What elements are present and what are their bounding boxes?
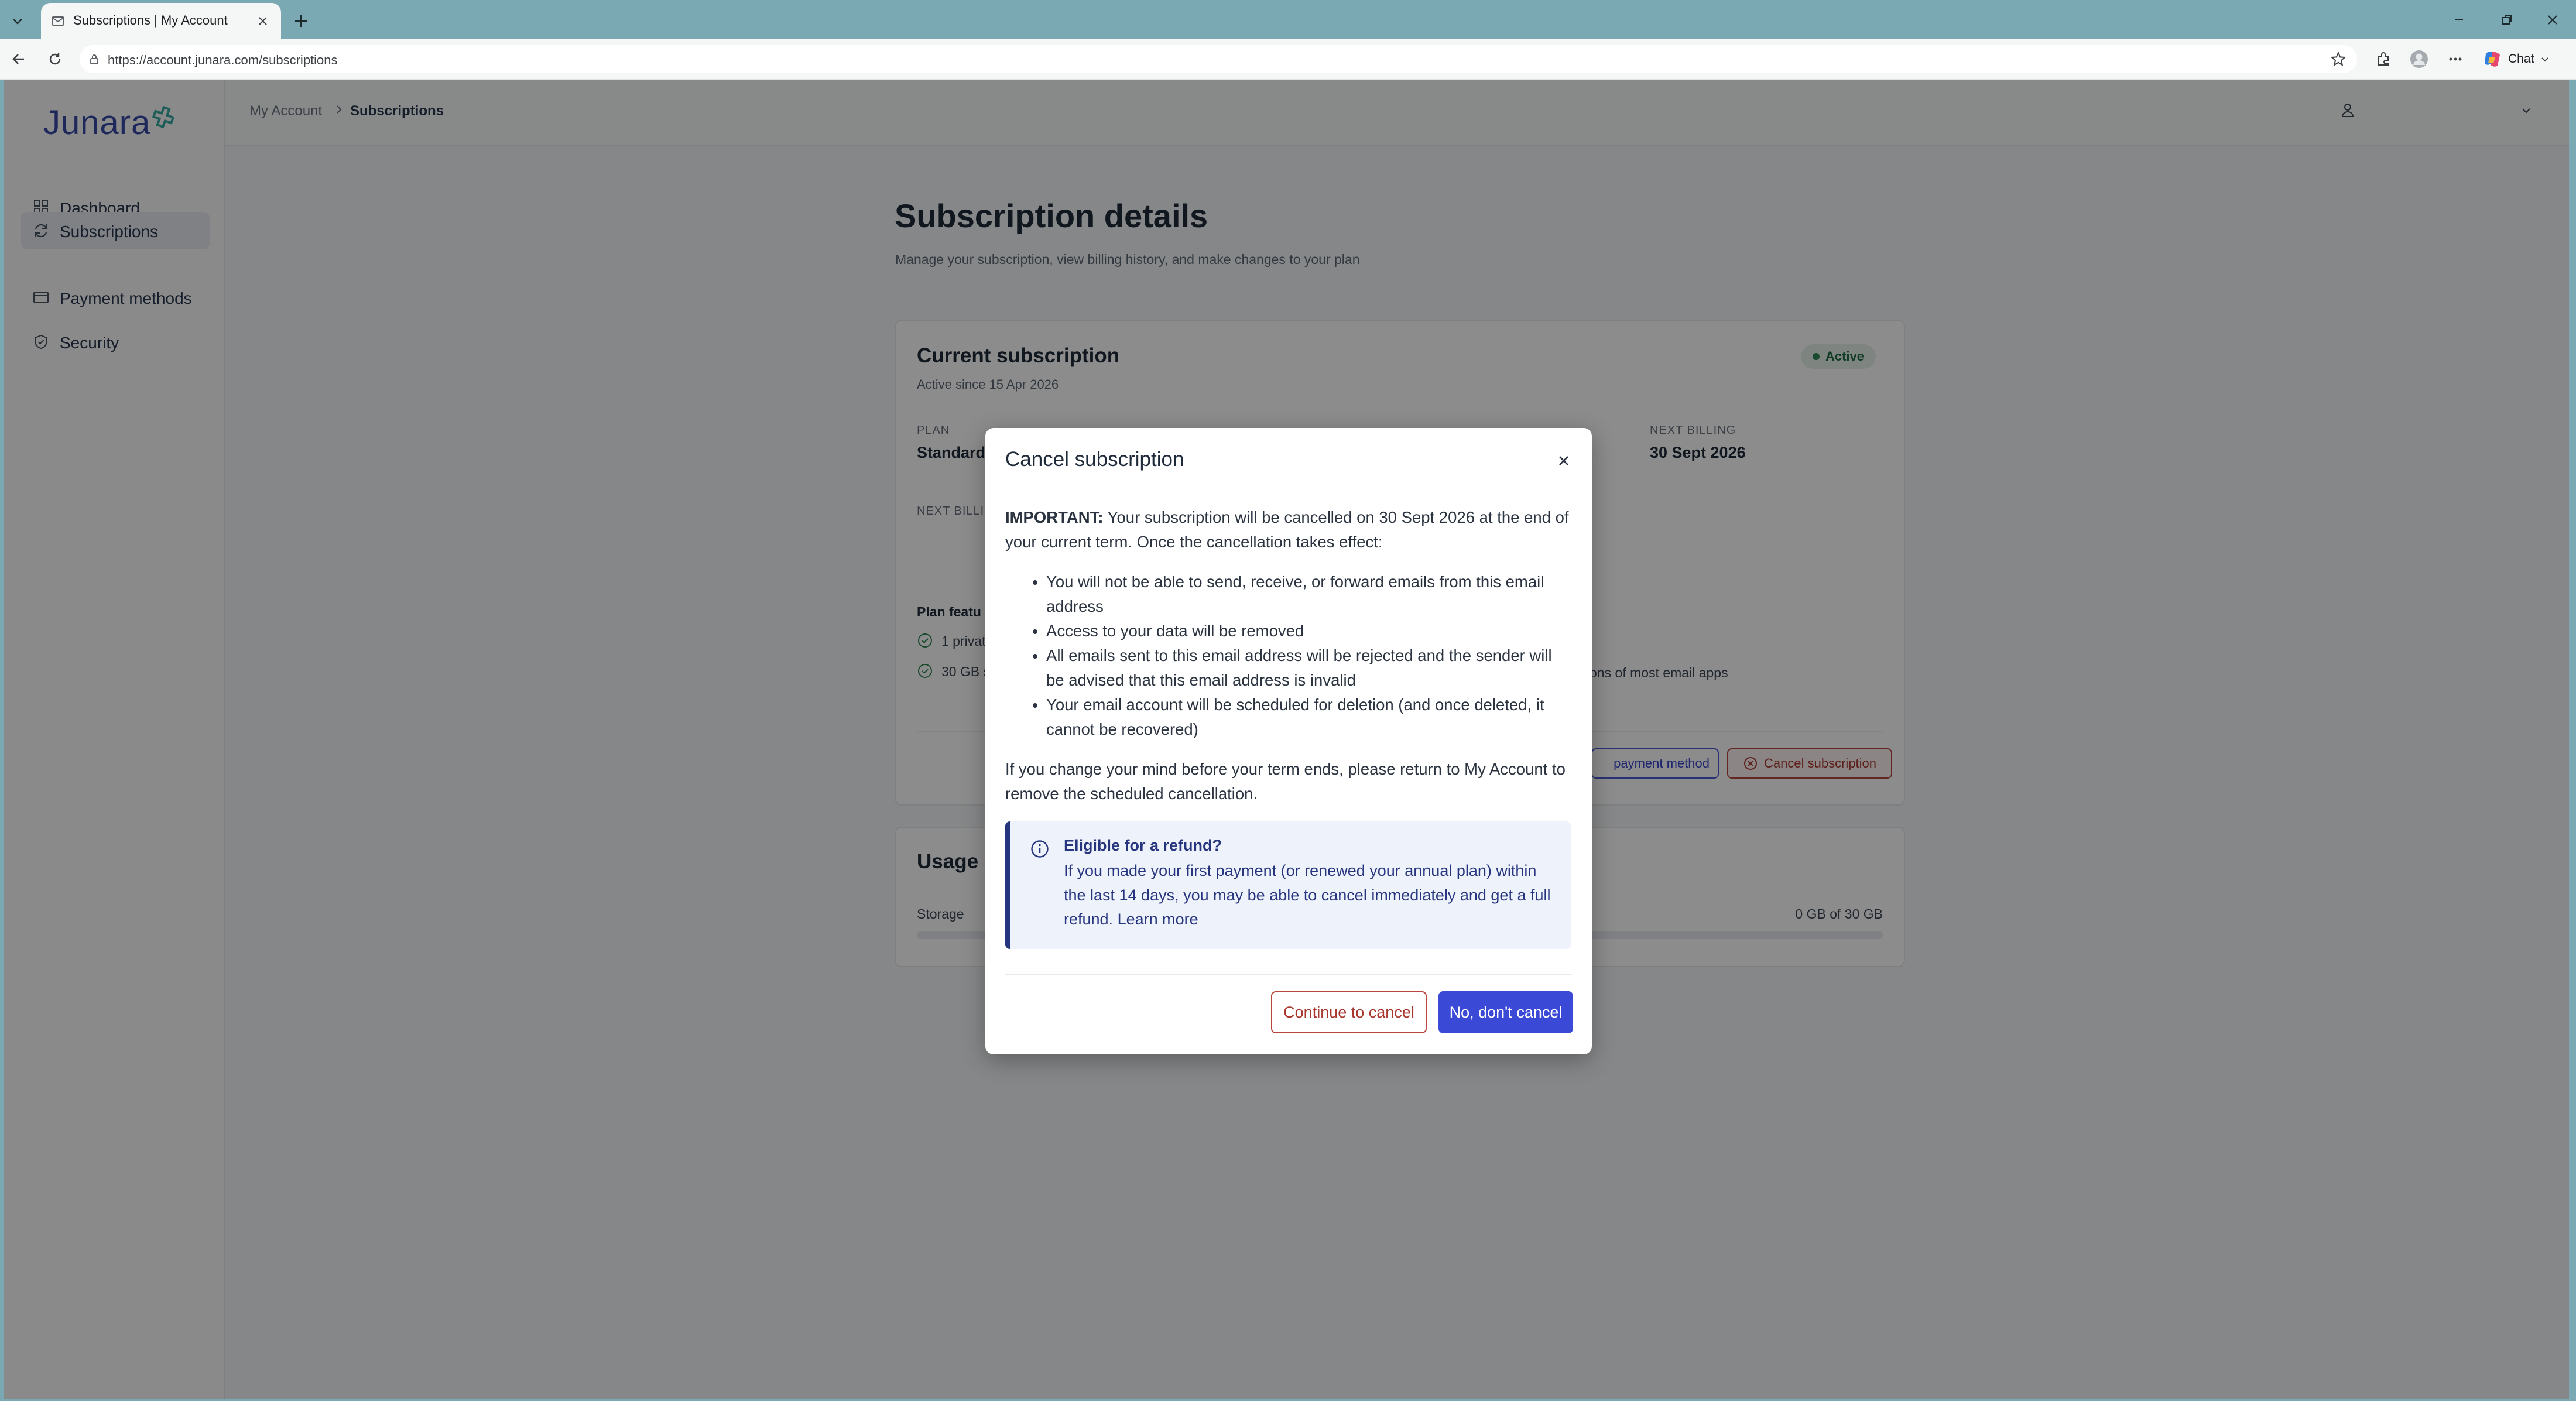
back-button[interactable]: [6, 46, 32, 72]
browser-tab-bar: Subscriptions | My Account: [0, 0, 2576, 39]
consequence-list: You will not be able to send, receive, o…: [1005, 570, 1573, 742]
list-item: All emails sent to this email address wi…: [1046, 643, 1573, 693]
close-icon: [1559, 456, 1568, 465]
address-bar-row: https://account.junara.com/subscriptions…: [0, 39, 2576, 80]
app-window: Junara Dashboard Subscriptions Payment m…: [4, 80, 2569, 1399]
info-icon: [1031, 840, 1049, 858]
important-paragraph: IMPORTANT: Your subscription will be can…: [1005, 505, 1573, 554]
extensions-button[interactable]: [2371, 46, 2397, 72]
dialog-title: Cancel subscription: [1005, 448, 1184, 471]
mail-icon: [52, 16, 64, 26]
refund-title: Eligible for a refund?: [1064, 837, 1222, 854]
continue-to-cancel-button[interactable]: Continue to cancel: [1271, 991, 1427, 1033]
reload-button[interactable]: [42, 46, 68, 72]
dont-cancel-button[interactable]: No, don't cancel: [1438, 991, 1573, 1033]
cancel-subscription-dialog: Cancel subscription IMPORTANT: Your subs…: [985, 428, 1592, 1054]
dialog-body: IMPORTANT: Your subscription will be can…: [1005, 505, 1573, 806]
close-icon: [2548, 15, 2557, 25]
chat-button[interactable]: Chat: [2482, 47, 2550, 71]
site-info-icon[interactable]: [88, 53, 101, 66]
close-icon: [259, 17, 267, 25]
reload-icon: [49, 53, 61, 65]
close-window-button[interactable]: [2535, 7, 2570, 33]
tab-close-button[interactable]: [254, 12, 272, 30]
profile-button[interactable]: [2406, 46, 2432, 72]
dialog-close-button[interactable]: [1552, 449, 1575, 472]
learn-more-link[interactable]: Learn more: [1118, 910, 1198, 928]
menu-button[interactable]: [2443, 46, 2468, 72]
extensions-icon: [2378, 52, 2389, 66]
list-item: You will not be able to send, receive, o…: [1046, 570, 1573, 619]
refund-info-box: Eligible for a refund? If you made your …: [1005, 821, 1571, 949]
refund-text: If you made your first payment (or renew…: [1064, 859, 1561, 932]
list-item: Access to your data will be removed: [1046, 619, 1573, 643]
tab-list-button[interactable]: [5, 8, 30, 34]
minimize-icon: [2455, 19, 2463, 20]
chat-label: Chat: [2508, 52, 2534, 66]
back-arrow-icon: [12, 54, 24, 64]
url-field[interactable]: https://account.junara.com/subscriptions: [80, 45, 2357, 73]
copilot-icon: [2485, 52, 2500, 67]
chevron-down-icon: [13, 19, 22, 25]
minimize-button[interactable]: [2441, 7, 2476, 33]
browser-tab-active[interactable]: Subscriptions | My Account: [41, 3, 281, 39]
bookmark-star-icon[interactable]: [2330, 51, 2347, 67]
url-text: https://account.junara.com/subscriptions: [108, 53, 338, 67]
tab-title: Subscriptions | My Account: [73, 13, 228, 28]
chevron-down-icon: [2541, 57, 2549, 62]
plus-icon: [295, 15, 307, 27]
divider: [1005, 974, 1572, 975]
restore-button[interactable]: [2489, 7, 2524, 33]
new-tab-button[interactable]: [289, 9, 313, 33]
list-item: Your email account will be scheduled for…: [1046, 693, 1573, 742]
change-mind-paragraph: If you change your mind before your term…: [1005, 760, 1566, 803]
avatar-icon: [2410, 50, 2428, 68]
more-dots-icon: [2449, 57, 2462, 61]
restore-icon: [2502, 15, 2512, 25]
important-label: IMPORTANT:: [1005, 508, 1104, 526]
